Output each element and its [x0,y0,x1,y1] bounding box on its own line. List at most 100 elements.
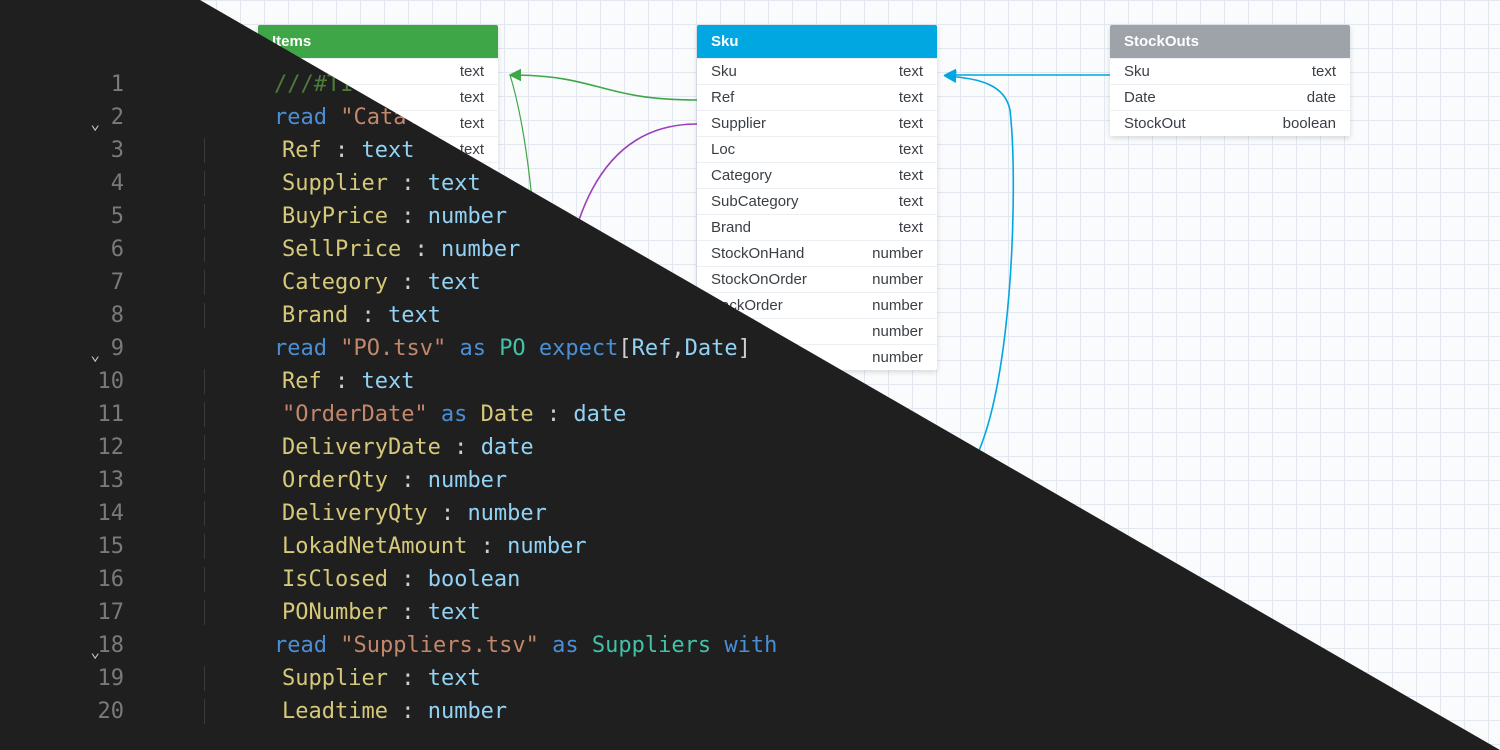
code-token: DeliveryQty [282,501,428,526]
code-token: number [507,534,586,559]
code-token: : [388,171,428,196]
column-name: Brand [711,219,751,236]
code-token: , [671,336,684,361]
column-type: boolean [1283,115,1336,132]
line-number: 17 [0,596,134,629]
code-token: [ [618,336,631,361]
column-name: SubCategory [711,193,799,210]
line-number: 1 [0,68,134,101]
code-token: DeliveryDate [282,435,441,460]
code-token: Supplier [282,666,388,691]
column-name: Category [711,167,772,184]
table-row[interactable]: Brand text [697,214,937,240]
column-name: StockOnHand [711,245,804,262]
table-row[interactable]: StockOnOrder number [697,266,937,292]
code-token: number [428,699,507,724]
code-token: : [388,699,428,724]
code-token: read [274,336,340,361]
table-row[interactable]: Category text [697,162,937,188]
code-token: text [428,666,481,691]
code-token: number [428,204,507,229]
code-token: PO [499,336,526,361]
table-stockouts[interactable]: StockOuts Sku text Datedate StockOut boolean [1110,25,1350,136]
column-name: StockOnOrder [711,271,807,288]
line-number: 9⌄ [0,332,134,365]
code-token: LokadNetAmount [282,534,467,559]
line-number: 19 [0,662,134,695]
code-token: SellPrice [282,237,401,262]
code-token: OrderQty [282,468,388,493]
line-number: 7 [0,266,134,299]
code-token: read [274,633,340,658]
code-token: number [467,501,546,526]
line-number: 8 [0,299,134,332]
column-type: date [1307,89,1336,106]
table-row[interactable]: SubCategory text [697,188,937,214]
code-token: : [322,369,362,394]
line-number: 20 [0,695,134,728]
code-token: text [388,303,441,328]
table-row[interactable]: Skutext [697,58,937,84]
code-token: : [467,534,507,559]
code-token: : [388,270,428,295]
column-type: number [872,271,923,288]
column-type: text [899,193,923,210]
line-number: 15 [0,530,134,563]
column-name: Loc [711,141,735,158]
code-line[interactable]: Leadtime : number [134,695,1500,728]
table-row[interactable]: Datedate [1110,84,1350,110]
column-name: Ref [711,89,734,106]
code-token: number [428,468,507,493]
code-token: Ref [282,369,322,394]
table-row[interactable]: Sku text [1110,58,1350,84]
table-row[interactable]: StockOut boolean [1110,110,1350,136]
code-token: IsClosed [282,567,388,592]
column-type: text [899,167,923,184]
column-type: text [899,141,923,158]
column-type: text [460,63,484,80]
code-line[interactable]: Supplier : text [134,662,1500,695]
code-token: ] [738,336,751,361]
line-number: 5 [0,200,134,233]
code-token: date [573,402,626,427]
code-token: : [322,138,362,163]
code-token: Date [685,336,738,361]
code-token: Brand [282,303,348,328]
column-type: number [872,297,923,314]
table-row[interactable]: Suppliertext [697,110,937,136]
table-row[interactable]: Reftext [697,84,937,110]
code-token: number [441,237,520,262]
code-token: text [428,171,481,196]
table-row[interactable]: Loc text [697,136,937,162]
code-token: read [274,105,340,130]
column-name: StockOut [1124,115,1186,132]
line-number: 14 [0,497,134,530]
table-stockouts-header: StockOuts [1110,25,1350,58]
code-token: text [428,600,481,625]
code-token: "PO.tsv" [340,336,446,361]
code-token: text [428,270,481,295]
column-type: text [460,115,484,132]
code-token: : [388,600,428,625]
table-sku-header: Sku [697,25,937,58]
code-token: PONumber [282,600,388,625]
code-token: as [446,336,499,361]
code-token: as [428,402,481,427]
line-number: 10 [0,365,134,398]
line-number: 2⌄ [0,101,134,134]
code-line[interactable]: read "Suppliers.tsv" as Suppliers with [134,629,1500,662]
table-row[interactable]: StockOnHandnumber [697,240,937,266]
code-token: expect [526,336,619,361]
column-type: text [899,219,923,236]
column-name: Sku [1124,63,1150,80]
code-token: Suppliers [592,633,711,658]
column-name: Sku [711,63,737,80]
line-number: 16 [0,563,134,596]
editor-gutter: 12⌄3456789⌄101112131415161718⌄1920 [0,0,134,728]
line-number: 12 [0,431,134,464]
code-token: "Suppliers.tsv" [340,633,539,658]
line-number: 4 [0,167,134,200]
code-token: text [361,138,414,163]
column-type: text [1312,63,1336,80]
column-type: text [460,89,484,106]
